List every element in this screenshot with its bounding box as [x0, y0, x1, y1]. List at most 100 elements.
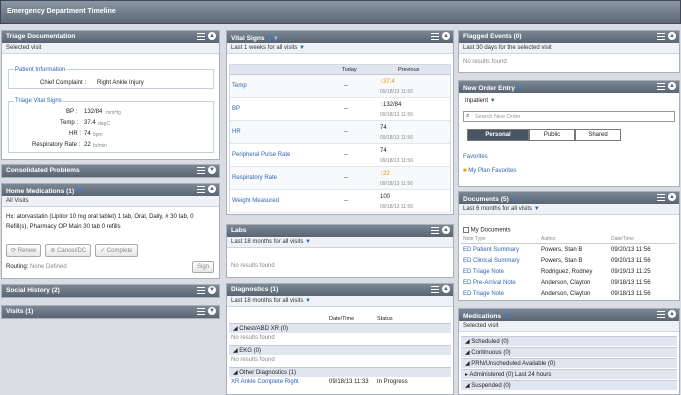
medications-title: Medications — [463, 313, 502, 320]
add-icon[interactable]: + — [512, 193, 517, 203]
vital-name[interactable]: Temp — [232, 83, 247, 89]
document-row[interactable]: ED Triage Note Anderson, Clayton 09/18/13 … — [461, 290, 677, 300]
vital-name[interactable]: Peripheral Pulse Rate — [232, 152, 290, 158]
collapse-icon[interactable]: ▲ — [668, 310, 676, 318]
new-order-header[interactable]: New Order Entry + ▲ — [459, 81, 679, 93]
vital-row[interactable]: Peripheral Pulse Rate -- 74 09/18/13 11:56 — [230, 144, 450, 167]
doc-type[interactable]: ED Triage Note — [463, 269, 504, 275]
vital-name[interactable]: HR — [232, 129, 241, 135]
group-chest-abd-xr[interactable]: ◢ Chest/ABD XR (0) — [229, 323, 451, 333]
renew-button[interactable]: ⟳ Renew — [6, 244, 42, 257]
group-prn[interactable]: ◢ PRN/Unscheduled Available (0) — [461, 358, 677, 368]
menu-icon[interactable] — [431, 226, 439, 234]
vital-row[interactable]: BP -- ↑132/84 09/18/13 11:56 — [230, 98, 450, 121]
document-row[interactable]: ED Pre-Arrival Note Anderson, Clayton 09/1… — [461, 279, 677, 289]
vital-name[interactable]: BP — [232, 106, 240, 112]
favorites-label[interactable]: Favorites — [463, 154, 488, 160]
documents-table-header: Note Type Author Date/Time — [461, 236, 677, 244]
group-ekg[interactable]: ◢ EKG (0) — [229, 345, 451, 355]
tab-personal[interactable]: Personal — [467, 129, 529, 141]
vital-name[interactable]: Respiratory Rate — [232, 175, 277, 181]
flagged-events-pane: Flagged Events (0) ▲ Last 30 days for th… — [458, 30, 680, 73]
collapse-icon[interactable]: ▲ — [208, 32, 216, 40]
document-row[interactable]: ED Patient Summary Powers, Stan B 09/20/13… — [461, 246, 677, 256]
tab-public[interactable]: Public — [529, 129, 575, 141]
collapse-icon[interactable]: ▲ — [442, 285, 450, 293]
diagnostics-header[interactable]: Diagnostics (1) ▲ — [227, 284, 453, 296]
group-toggle-icon: ◢ — [233, 326, 238, 332]
home-meds-header[interactable]: Home Medications (1) + ▲ — [2, 184, 219, 196]
triage-header[interactable]: Triage Documentation ▲ — [2, 31, 219, 43]
menu-icon[interactable] — [197, 307, 205, 315]
vitals-header[interactable]: Vital Signs +▼ ▲ — [227, 31, 453, 43]
collapse-icon[interactable]: ▲ — [668, 193, 676, 201]
bp-label: BP : — [66, 109, 78, 115]
vitals-scope[interactable]: Last 1 weeks for all visits ▼ — [227, 43, 453, 54]
vital-row[interactable]: Respiratory Rate -- ↑22 09/18/13 11:56 — [230, 167, 450, 190]
expand-icon[interactable]: ▼ — [208, 166, 216, 174]
menu-icon[interactable] — [657, 32, 665, 40]
document-row[interactable]: ED Clinical Summary Powers, Stan B 09/20/1… — [461, 257, 677, 267]
visits-header[interactable]: Visits (1) ▼ — [2, 306, 219, 318]
menu-icon[interactable] — [431, 285, 439, 293]
doc-type[interactable]: ED Pre-Arrival Note — [463, 280, 516, 286]
my-documents-checkbox[interactable]: My Documents — [463, 227, 511, 234]
social-header[interactable]: Social History (2) ▼ — [2, 285, 219, 297]
dropdown-icon[interactable]: ▼ — [273, 36, 279, 42]
expand-icon[interactable]: ▼ — [208, 307, 216, 315]
doc-type[interactable]: ED Triage Note — [463, 291, 504, 297]
collapse-icon[interactable]: ▲ — [442, 226, 450, 234]
menu-icon[interactable] — [657, 193, 665, 201]
order-search-input[interactable]: ⌕ Search New Order — [463, 111, 675, 122]
group-toggle-icon: ▸ — [465, 372, 469, 378]
add-icon[interactable]: + — [504, 310, 509, 320]
add-icon[interactable]: + — [77, 185, 82, 195]
vital-row[interactable]: HR -- 74 09/18/13 11:56 — [230, 121, 450, 144]
collapse-icon[interactable]: ▲ — [442, 32, 450, 40]
vital-row[interactable]: Temp -- ↑37.4 09/18/13 11:56 — [230, 75, 450, 98]
menu-icon[interactable] — [657, 82, 665, 90]
diagnostics-scope[interactable]: Last 18 months for all visits ▼ — [227, 296, 453, 307]
labs-scope[interactable]: Last 18 months for all visits ▼ — [227, 237, 453, 248]
group-other-diagnostics[interactable]: ◢ Other Diagnostics (1) — [229, 367, 451, 377]
menu-icon[interactable] — [431, 32, 439, 40]
collapse-icon[interactable]: ▲ — [668, 82, 676, 90]
med-line-2[interactable]: Refill(s), Pharmacy OP Main 30 tab 0 ref… — [6, 224, 121, 230]
sign-button[interactable]: Sign — [192, 261, 215, 273]
medications-header[interactable]: Medications + ▲ — [459, 309, 679, 321]
add-icon[interactable]: + — [518, 82, 523, 92]
collapse-icon[interactable]: ▲ — [208, 185, 216, 193]
menu-icon[interactable] — [657, 310, 665, 318]
doc-type[interactable]: ED Clinical Summary — [463, 258, 520, 264]
menu-icon[interactable] — [197, 286, 205, 294]
group-administered[interactable]: ▸ Administered (0) Last 24 hours — [461, 369, 677, 379]
tab-shared[interactable]: Shared — [575, 129, 621, 141]
med-line-1[interactable]: Hx: atorvastatin (Lipitor 10 mg oral tab… — [6, 214, 194, 220]
vital-row[interactable]: Weight Measured -- 100 09/18/13 11:56 — [230, 190, 450, 213]
menu-icon[interactable] — [197, 185, 205, 193]
home-medications-pane: Home Medications (1) + ▲ All Visits Hx: a… — [1, 183, 220, 279]
document-row[interactable]: ED Triage Note Rodriguez, Rodney 09/19/13 … — [461, 268, 677, 278]
group-continuous[interactable]: ◢ Continuous (0) — [461, 347, 677, 357]
complete-button[interactable]: ✓ Complete — [95, 244, 138, 257]
menu-icon[interactable] — [197, 166, 205, 174]
labs-header[interactable]: Labs ▲ — [227, 225, 453, 237]
consolidated-title: Consolidated Problems — [6, 167, 80, 174]
consolidated-header[interactable]: Consolidated Problems ▼ — [2, 165, 219, 177]
documents-header[interactable]: Documents (5) + ▲ — [459, 192, 679, 204]
group-suspended[interactable]: ◢ Suspended (0) — [461, 380, 677, 390]
vital-name[interactable]: Weight Measured — [232, 198, 279, 204]
flagged-header[interactable]: Flagged Events (0) ▲ — [459, 31, 679, 43]
collapse-icon[interactable]: ▲ — [668, 32, 676, 40]
my-plan-favorites[interactable]: ■ My Plan Favorites — [463, 168, 516, 174]
group-scheduled[interactable]: ◢ Scheduled (0) — [461, 336, 677, 346]
expand-icon[interactable]: ▼ — [208, 286, 216, 294]
labs-title: Labs — [231, 227, 247, 234]
cancel-dc-button[interactable]: ⊘ Cancel/DC — [45, 244, 92, 257]
menu-icon[interactable] — [197, 32, 205, 40]
documents-scope[interactable]: Last 6 months for all visits ▼ — [459, 204, 679, 215]
temp-unit: degC — [98, 121, 110, 127]
inpatient-select[interactable]: Inpatient ▼ — [465, 98, 496, 104]
doc-type[interactable]: ED Patient Summary — [463, 247, 519, 253]
diag-item-link[interactable]: XR Ankle Complete Right — [231, 379, 299, 385]
